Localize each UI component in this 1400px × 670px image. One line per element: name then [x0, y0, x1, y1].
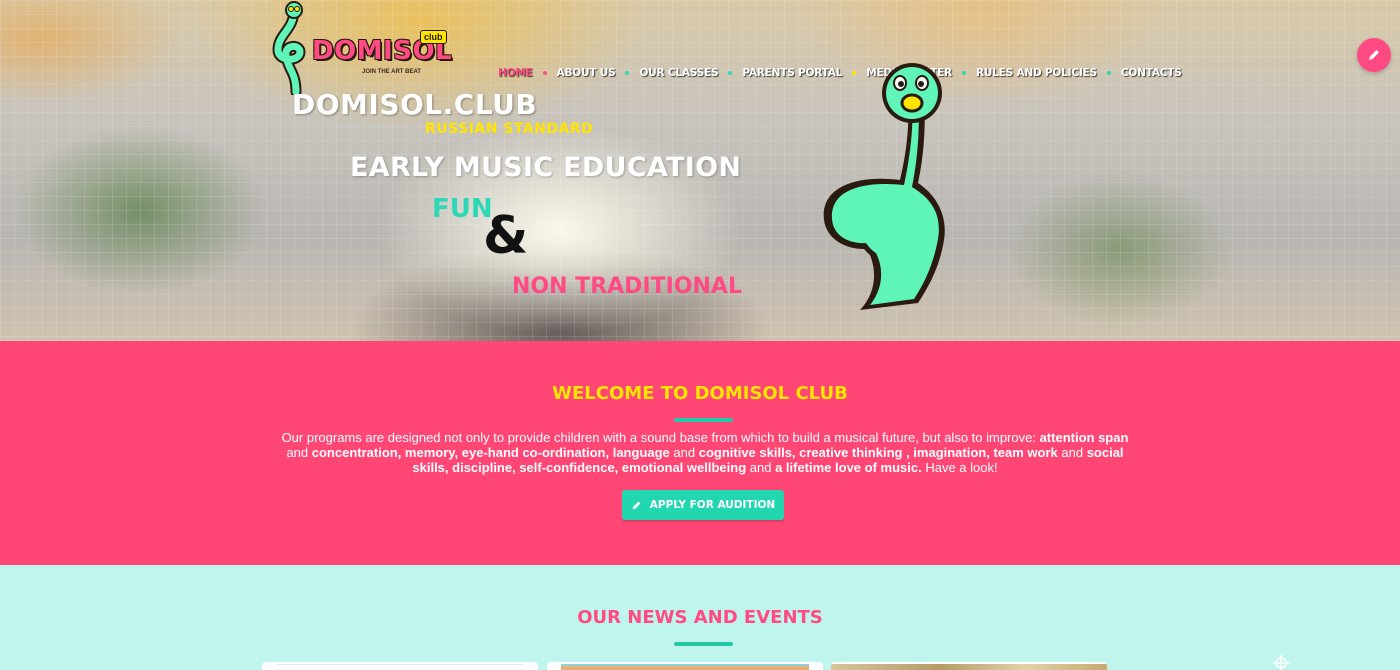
nav-separator — [1106, 71, 1111, 75]
welcome-text: and — [746, 460, 776, 475]
nav-separator — [542, 71, 547, 75]
welcome-text: Our programs are designed not only to pr… — [281, 430, 1040, 445]
news-section: OUR NEWS AND EVENTS — [0, 565, 1400, 670]
heading-underline — [674, 642, 733, 646]
hero-subtitle: RUSSIAN STANDARD — [425, 121, 594, 137]
heading-underline — [674, 418, 733, 422]
nav-item-contacts[interactable]: CONTACTS — [1121, 67, 1182, 79]
welcome-text-bold: cognitive skills, creative thinking , im… — [698, 445, 1058, 460]
site-logo[interactable]: DOMISOL club JOIN THE ART BEAT — [270, 0, 452, 95]
nav-item-our-classes[interactable]: OUR CLASSES — [639, 67, 718, 79]
nav-item-about-us[interactable]: ABOUT US — [557, 67, 616, 79]
welcome-section: WELCOME TO DOMISOL CLUB Our programs are… — [0, 341, 1400, 565]
nav-item-rules-and-policies[interactable]: RULES AND POLICIES — [976, 67, 1097, 79]
logo-tagline: JOIN THE ART BEAT — [362, 69, 422, 75]
news-card[interactable] — [262, 662, 538, 670]
logo-snake-icon — [272, 1, 306, 95]
news-card-image — [276, 664, 524, 670]
news-card-image — [561, 664, 809, 670]
hero-banner: DOMISOL club JOIN THE ART BEAT HOME ABOU… — [0, 0, 1400, 341]
hero-ampersand: & — [483, 206, 529, 266]
pencil-icon — [632, 501, 641, 509]
news-card[interactable] — [547, 662, 823, 670]
welcome-heading: WELCOME TO DOMISOL CLUB — [552, 383, 848, 404]
nav-separator — [728, 71, 733, 75]
news-card-image — [831, 664, 1107, 670]
news-card[interactable] — [831, 662, 1107, 670]
apply-for-audition-button[interactable]: APPLY FOR AUDITION — [622, 490, 784, 520]
logo-badge: club — [420, 30, 447, 44]
welcome-text: and — [1057, 445, 1087, 460]
nav-separator — [625, 71, 630, 75]
welcome-text-bold: attention span — [1039, 430, 1129, 445]
apply-button-label: APPLY FOR AUDITION — [649, 499, 776, 511]
welcome-paragraph: Our programs are designed not only to pr… — [280, 430, 1130, 475]
welcome-text-bold: a lifetime love of music. — [775, 460, 922, 475]
edit-button[interactable] — [1357, 38, 1391, 72]
welcome-text-bold: concentration, memory, eye-hand co-ordin… — [311, 445, 670, 460]
pencil-icon — [1369, 50, 1379, 60]
hero-headline: EARLY MUSIC EDUCATION — [350, 152, 742, 183]
hero-word-non-traditional: NON TRADITIONAL — [512, 274, 742, 299]
hero-title: DOMISOL.CLUB — [292, 88, 538, 121]
news-heading: OUR NEWS AND EVENTS — [577, 607, 823, 628]
crosshair-icon[interactable] — [1273, 655, 1289, 670]
snake-mascot-illustration — [823, 63, 945, 310]
welcome-text: and — [286, 445, 312, 460]
welcome-text: and — [669, 445, 699, 460]
nav-item-home[interactable]: HOME — [498, 67, 533, 79]
welcome-text: Have a look! — [921, 460, 998, 475]
